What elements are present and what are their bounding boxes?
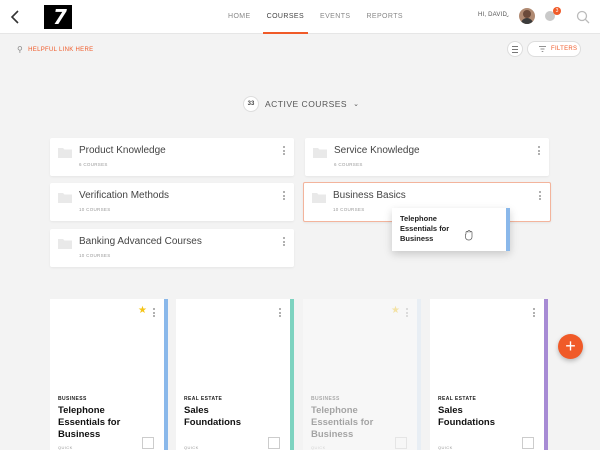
more-options-icon[interactable] <box>283 191 286 201</box>
more-options-icon[interactable] <box>406 308 409 318</box>
user-greeting[interactable]: HI, DAVID <box>478 12 507 18</box>
folder-title: Banking Advanced Courses <box>79 236 202 247</box>
filters-label: FILTERS <box>551 46 578 52</box>
course-card[interactable]: REAL ESTATE Sales Foundations QUICK <box>430 299 548 450</box>
folder-course-count: 10 COURSES <box>333 207 365 212</box>
folder-course-count: 10 COURSES <box>79 207 111 212</box>
folder-icon <box>312 193 326 203</box>
course-category: BUSINESS <box>58 396 87 402</box>
back-arrow-icon[interactable] <box>8 9 24 25</box>
helpful-link-label: HELPFUL LINK HERE <box>28 46 94 53</box>
folder-course-count: 10 COURSES <box>79 253 111 258</box>
course-category: REAL ESTATE <box>184 396 223 402</box>
nav-events[interactable]: EVENTS <box>312 0 358 34</box>
helpful-link[interactable]: ⚲ HELPFUL LINK HERE <box>17 45 93 54</box>
nav-home[interactable]: HOME <box>220 0 259 34</box>
folder-title: Verification Methods <box>79 190 170 201</box>
course-type: QUICK <box>311 445 326 450</box>
nav-reports[interactable]: REPORTS <box>358 0 411 34</box>
more-options-icon[interactable] <box>283 146 286 156</box>
folder-service-knowledge[interactable]: Service Knowledge 6 COURSES <box>305 138 549 176</box>
course-type: QUICK <box>184 445 199 450</box>
course-category: BUSINESS <box>311 396 340 402</box>
chevron-down-icon: ⌄ <box>353 101 359 108</box>
active-courses-label: ACTIVE COURSES <box>265 99 348 109</box>
course-card[interactable]: REAL ESTATE Sales Foundations QUICK <box>176 299 294 450</box>
folder-course-count: 6 COURSES <box>79 162 108 167</box>
folder-banking-advanced-courses[interactable]: Banking Advanced Courses 10 COURSES <box>50 229 294 267</box>
app-logo[interactable]: 7 <box>44 5 72 29</box>
notification-badge: 3 <box>553 7 561 15</box>
course-select-checkbox[interactable] <box>142 437 154 449</box>
active-courses-dropdown[interactable]: 33 ACTIVE COURSES ⌄ <box>243 96 359 112</box>
grab-hand-icon <box>465 230 473 241</box>
filter-icon <box>539 46 546 52</box>
avatar[interactable] <box>519 8 535 24</box>
more-options-icon[interactable] <box>283 237 286 247</box>
course-type: QUICK <box>58 445 73 450</box>
more-options-icon[interactable] <box>279 308 282 318</box>
dragged-course-title: Telephone Essentials for Business <box>400 214 450 243</box>
folder-title: Service Knowledge <box>334 145 420 156</box>
more-options-icon[interactable] <box>153 308 156 318</box>
folder-icon <box>58 239 72 249</box>
folder-title: Product Knowledge <box>79 145 166 156</box>
search-icon[interactable] <box>576 10 590 24</box>
course-category: REAL ESTATE <box>438 396 477 402</box>
course-card-drag-placeholder[interactable]: ★ BUSINESS Telephone Essentials for Busi… <box>303 299 421 450</box>
filters-button[interactable]: FILTERS <box>527 41 581 57</box>
folder-icon <box>313 148 327 158</box>
star-icon[interactable]: ★ <box>138 306 147 316</box>
nav-courses[interactable]: COURSES <box>259 0 312 34</box>
folder-product-knowledge[interactable]: Product Knowledge 6 COURSES <box>50 138 294 176</box>
course-card[interactable]: ★ BUSINESS Telephone Essentials for Busi… <box>50 299 168 450</box>
course-type: QUICK <box>438 445 453 450</box>
folder-icon <box>58 148 72 158</box>
active-courses-count: 33 <box>243 96 259 112</box>
course-title: Telephone Essentials for Business <box>58 405 121 440</box>
pin-icon: ⚲ <box>17 45 24 54</box>
folder-course-count: 6 COURSES <box>334 162 363 167</box>
folder-title: Business Basics <box>333 190 406 201</box>
add-course-button[interactable]: + <box>558 334 583 359</box>
star-icon[interactable]: ★ <box>391 306 400 316</box>
course-title: Sales Foundations <box>184 405 241 428</box>
list-view-button[interactable] <box>507 41 523 57</box>
course-title: Telephone Essentials for Business <box>311 405 374 440</box>
more-options-icon[interactable] <box>538 146 541 156</box>
more-options-icon[interactable] <box>533 308 536 318</box>
course-title: Sales Foundations <box>438 405 495 428</box>
folder-icon <box>58 193 72 203</box>
more-options-icon[interactable] <box>539 191 542 201</box>
course-select-checkbox[interactable] <box>395 437 407 449</box>
top-bar: 7 HOME COURSES EVENTS REPORTS HI, DAVID … <box>0 0 600 34</box>
dragged-course-card[interactable]: Telephone Essentials for Business <box>392 208 510 251</box>
course-select-checkbox[interactable] <box>522 437 534 449</box>
course-select-checkbox[interactable] <box>268 437 280 449</box>
folder-verification-methods[interactable]: Verification Methods 10 COURSES <box>50 183 294 221</box>
chevron-down-icon[interactable]: ⌄ <box>505 12 510 19</box>
main-nav: HOME COURSES EVENTS REPORTS <box>220 0 411 34</box>
